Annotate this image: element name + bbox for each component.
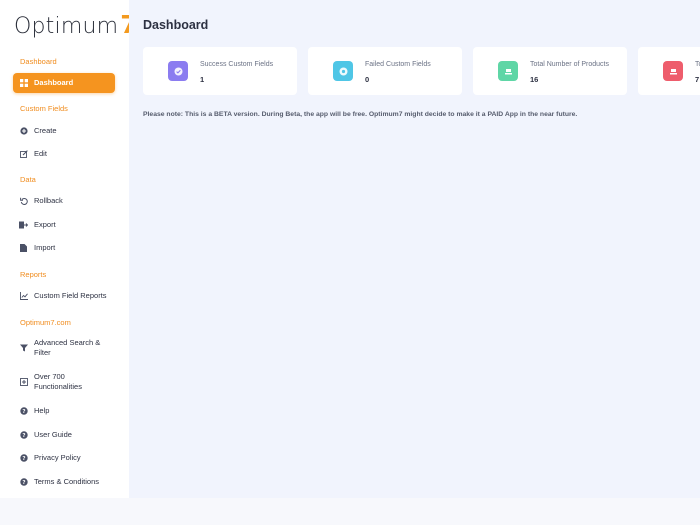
- sidebar-item-dashboard[interactable]: Dashboard: [13, 73, 115, 93]
- grid-icon: [19, 79, 28, 88]
- check-circle-icon: [168, 61, 188, 81]
- section-custom-fields: Custom Fields: [20, 104, 68, 113]
- svg-text:?: ?: [22, 456, 25, 462]
- stat-card-products: Total Number of Products 16: [473, 47, 627, 95]
- sidebar-item-label: Edit: [34, 149, 47, 158]
- sidebar-item-label: Export: [34, 220, 56, 229]
- sidebar-item-create[interactable]: Create: [13, 121, 115, 141]
- section-reports: Reports: [20, 270, 47, 279]
- edit-icon: [19, 150, 28, 159]
- sidebar-item-rollback[interactable]: Rollback: [13, 191, 115, 211]
- stat-label: Failed Custom Fields: [365, 61, 431, 68]
- failed-icon: [333, 61, 353, 81]
- sidebar-item-edit[interactable]: Edit: [13, 144, 115, 164]
- sidebar-item-label: Help: [34, 406, 50, 415]
- sidebar-item-privacy-policy[interactable]: ? Privacy Policy: [13, 448, 115, 468]
- help-icon: ?: [19, 431, 28, 440]
- page-title: Dashboard: [143, 18, 209, 32]
- sidebar-item-help[interactable]: ? Help: [13, 401, 115, 421]
- sidebar-item-terms[interactable]: ? Terms & Conditions: [13, 472, 115, 492]
- sidebar-item-import[interactable]: Import: [13, 238, 115, 258]
- export-icon: [19, 221, 28, 230]
- stat-value: 0: [365, 75, 370, 84]
- section-dashboard: Dashboard: [20, 57, 57, 66]
- sidebar-item-export[interactable]: Export: [13, 215, 115, 235]
- plus-circle-icon: [19, 127, 28, 136]
- stat-card-total: To 7: [638, 47, 700, 95]
- plus-square-icon: [19, 378, 28, 387]
- sidebar-item-over-700[interactable]: Over 700 Functionalities: [13, 368, 115, 396]
- sidebar-item-label: Custom Field Reports: [34, 291, 107, 300]
- main-content: Dashboard Success Custom Fields 1 Failed…: [129, 0, 700, 498]
- sidebar-item-custom-field-reports[interactable]: Custom Field Reports: [13, 286, 115, 306]
- stat-card-success: Success Custom Fields 1: [143, 47, 297, 95]
- sidebar-item-label: User Guide: [34, 430, 72, 439]
- sidebar-item-label: Dashboard: [34, 78, 74, 87]
- section-data: Data: [20, 175, 36, 184]
- chart-icon: [19, 292, 28, 301]
- stat-value: 7: [695, 75, 700, 84]
- sidebar-item-user-guide[interactable]: ? User Guide: [13, 425, 115, 445]
- stat-card-failed: Failed Custom Fields 0: [308, 47, 462, 95]
- svg-text:?: ?: [22, 433, 25, 439]
- sidebar-item-label: Privacy Policy: [34, 453, 81, 462]
- sidebar-item-label: Terms & Conditions: [34, 477, 100, 486]
- filter-icon: [19, 344, 28, 353]
- section-optimum7: Optimum7.com: [20, 318, 71, 327]
- help-icon: ?: [19, 407, 28, 416]
- sidebar-item-label: Advanced Search & Filter: [34, 338, 101, 357]
- sidebar-item-label: Import: [34, 243, 56, 252]
- beta-note: Please note: This is a BETA version. Dur…: [143, 111, 578, 118]
- sidebar-item-label: Create: [34, 126, 57, 135]
- svg-text:?: ?: [22, 409, 25, 415]
- app-logo[interactable]: Optimum 7: [14, 9, 138, 39]
- undo-icon: [19, 197, 28, 206]
- box-icon: [663, 61, 683, 81]
- stat-value: 1: [200, 75, 205, 84]
- help-icon: ?: [19, 478, 28, 487]
- box-icon: [498, 61, 518, 81]
- file-icon: [19, 244, 28, 253]
- stat-value: 16: [530, 75, 539, 84]
- stat-label: To: [695, 61, 700, 68]
- logo-text: Optimum: [14, 14, 119, 39]
- stat-label: Success Custom Fields: [200, 61, 274, 68]
- sidebar: Optimum 7 Dashboard Dashboard Custom Fie…: [0, 0, 138, 498]
- help-icon: ?: [19, 454, 28, 463]
- stat-label: Total Number of Products: [530, 61, 609, 68]
- sidebar-item-label: Rollback: [34, 196, 63, 205]
- sidebar-item-label: Over 700 Functionalities: [34, 372, 82, 391]
- sidebar-item-advanced-search[interactable]: Advanced Search & Filter: [13, 334, 115, 362]
- svg-text:?: ?: [22, 480, 25, 486]
